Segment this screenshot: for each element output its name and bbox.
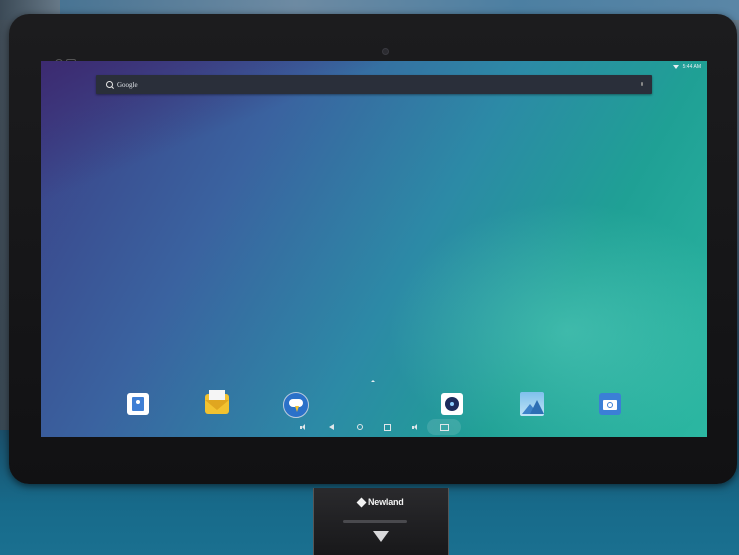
android-home-screen: 5:44 AM Google <box>41 61 707 437</box>
app-dock <box>41 390 707 418</box>
home-icon[interactable] <box>356 423 365 432</box>
gallery-app-icon[interactable] <box>520 392 544 416</box>
newland-logo-icon <box>356 497 367 507</box>
status-bar: 5:44 AM <box>672 62 701 72</box>
volume-down-icon[interactable] <box>299 423 308 432</box>
status-time: 5:44 AM <box>682 64 701 70</box>
back-icon[interactable] <box>328 423 337 432</box>
search-label: Google <box>117 80 138 89</box>
google-search-bar[interactable]: Google <box>96 75 652 94</box>
device-stand: Newland <box>313 488 449 555</box>
front-camera <box>382 48 389 55</box>
app-drawer-arrow-icon[interactable] <box>371 380 375 383</box>
card-slot <box>343 520 407 523</box>
screenshot-icon[interactable] <box>427 419 461 435</box>
search-icon <box>106 80 114 89</box>
camera-lens-app-icon[interactable] <box>441 393 463 415</box>
navigation-bar <box>41 419 707 437</box>
contacts-app-icon[interactable] <box>127 393 149 415</box>
brand-name: Newland <box>368 497 404 507</box>
brand-logo: Newland <box>356 497 404 507</box>
email-app-icon[interactable] <box>205 390 229 414</box>
down-arrow-icon <box>373 531 389 542</box>
camera-app-icon[interactable] <box>599 393 621 415</box>
wifi-icon <box>672 65 679 69</box>
volume-up-icon[interactable] <box>411 423 420 432</box>
mic-icon[interactable] <box>641 82 643 86</box>
recents-icon[interactable] <box>383 423 392 432</box>
weather-app-icon[interactable] <box>283 392 309 418</box>
